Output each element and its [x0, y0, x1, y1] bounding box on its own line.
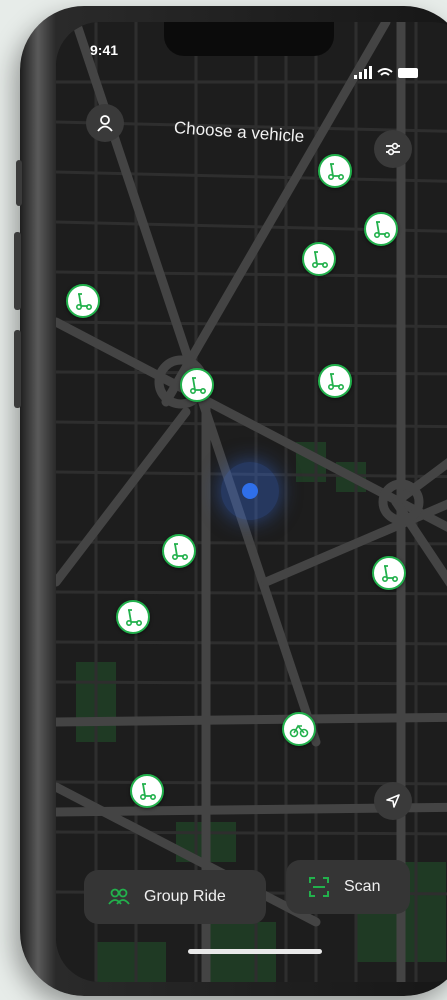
scooter-icon — [140, 783, 157, 801]
scooter-icon — [190, 377, 207, 395]
battery-icon — [398, 68, 418, 78]
volume-down-button — [14, 330, 21, 408]
app-screen: 9:41 Choose a vehicle Group Ride Scan — [56, 22, 447, 982]
scooter-icon — [76, 293, 93, 311]
status-time: 9:41 — [90, 42, 119, 58]
scan-icon — [309, 877, 329, 897]
vehicle-pin-scooter[interactable] — [364, 212, 398, 246]
vehicle-pin-scooter[interactable] — [130, 774, 164, 808]
notch — [164, 22, 334, 56]
recenter-button[interactable] — [374, 782, 412, 820]
wifi-icon — [377, 68, 393, 76]
vehicle-pin-scooter[interactable] — [302, 242, 336, 276]
sliders-icon — [386, 142, 400, 156]
scan-label: Scan — [344, 878, 381, 895]
filter-button[interactable] — [374, 130, 412, 168]
vehicle-pin-scooter[interactable] — [116, 600, 150, 634]
scooter-icon — [328, 163, 345, 181]
phone-mockup: 9:41 Choose a vehicle Group Ride Scan — [0, 0, 447, 1000]
profile-button[interactable] — [86, 104, 124, 142]
home-indicator[interactable] — [188, 949, 322, 954]
signal-icon — [354, 66, 372, 79]
scooter-icon — [126, 609, 143, 627]
scooter-icon — [374, 221, 391, 239]
scooter-icon — [382, 565, 399, 583]
vehicle-pin-scooter[interactable] — [372, 556, 406, 590]
bike-icon — [289, 724, 309, 738]
status-icons — [354, 66, 418, 79]
vehicle-pin-scooter[interactable] — [318, 154, 352, 188]
vehicle-pin-scooter[interactable] — [162, 534, 196, 568]
mute-switch — [16, 160, 22, 206]
user-location-dot — [242, 483, 258, 499]
vehicle-pin-scooter[interactable] — [66, 284, 100, 318]
user-icon — [97, 115, 113, 132]
group-ride-button[interactable]: Group Ride — [84, 870, 266, 924]
vehicle-pin-scooter[interactable] — [180, 368, 214, 402]
navigation-arrow-icon — [386, 794, 400, 808]
group-ride-label: Group Ride — [144, 888, 226, 905]
scooter-icon — [328, 373, 345, 391]
group-icon — [108, 888, 130, 905]
scan-button[interactable]: Scan — [286, 860, 410, 914]
vehicle-pin-bike[interactable] — [282, 712, 316, 746]
scooter-icon — [312, 251, 329, 269]
vehicle-pin-scooter[interactable] — [318, 364, 352, 398]
scooter-icon — [172, 543, 189, 561]
volume-up-button — [14, 232, 21, 310]
